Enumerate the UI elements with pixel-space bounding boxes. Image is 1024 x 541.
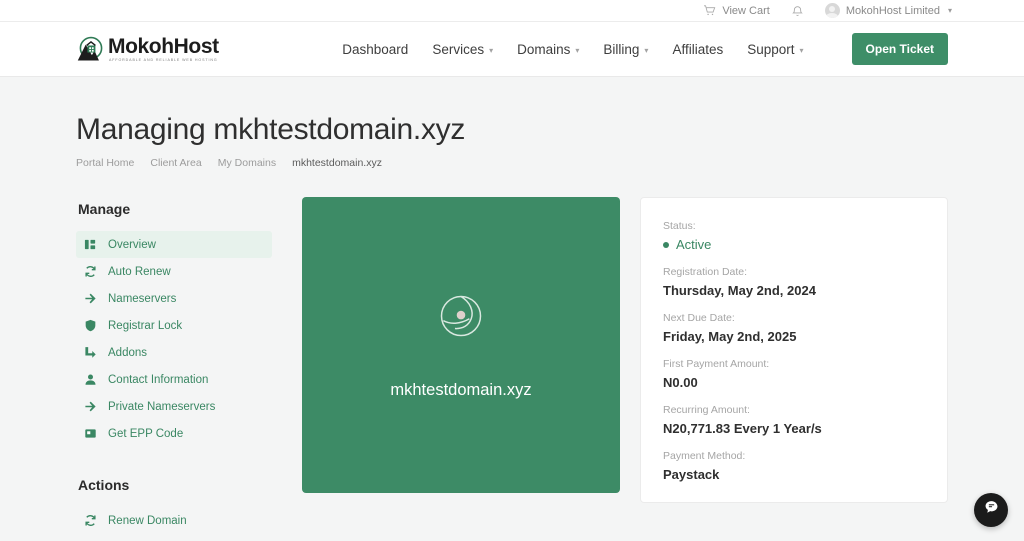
info-row-first-payment-amount: First Payment Amount: N0.00 bbox=[663, 358, 925, 390]
sidebar-item-label: Private Nameservers bbox=[108, 400, 216, 413]
sidebar-item-addons[interactable]: Addons bbox=[76, 339, 272, 366]
info-value: N0.00 bbox=[663, 375, 698, 390]
info-value: Thursday, May 2nd, 2024 bbox=[663, 283, 816, 298]
info-row-next-due-date: Next Due Date: Friday, May 2nd, 2025 bbox=[663, 312, 925, 344]
page-title: Managing mkhtestdomain.xyz bbox=[76, 113, 466, 146]
breadcrumb-client-area[interactable]: Client Area bbox=[150, 157, 201, 169]
card-square-icon bbox=[84, 427, 97, 440]
nav-item-dashboard[interactable]: Dashboard bbox=[342, 42, 408, 57]
info-value: Friday, May 2nd, 2025 bbox=[663, 329, 797, 344]
open-ticket-button[interactable]: Open Ticket bbox=[851, 33, 948, 65]
nav-item-domains[interactable]: Domains ▾ bbox=[517, 42, 579, 57]
domain-info-panel: Status: Active Registration Date: Thursd… bbox=[640, 197, 948, 503]
content-grid: Manage Overview Auto Renew Nameservers R… bbox=[76, 197, 948, 541]
bell-icon bbox=[792, 5, 803, 17]
top-utility-bar: View Cart MokohHost Limited ▾ bbox=[0, 0, 1024, 22]
chat-bubble-icon bbox=[983, 499, 1000, 521]
chevron-down-icon: ▾ bbox=[489, 45, 494, 55]
sync-refresh-icon bbox=[84, 265, 97, 278]
nav-item-services[interactable]: Services ▾ bbox=[432, 42, 493, 57]
nav-item-affiliates[interactable]: Affiliates bbox=[672, 42, 723, 57]
sidebar-item-nameservers[interactable]: Nameservers bbox=[76, 285, 272, 312]
sidebar-item-label: Contact Information bbox=[108, 373, 209, 386]
view-cart-link[interactable]: View Cart bbox=[703, 4, 770, 17]
globe-icon bbox=[435, 290, 487, 347]
shopping-cart-icon bbox=[703, 5, 716, 16]
brand-logo[interactable]: MokohHost AFFORDABLE AND RELIABLE WEB HO… bbox=[76, 34, 219, 64]
account-menu[interactable]: MokohHost Limited ▾ bbox=[824, 3, 952, 18]
sidebar-item-get-epp-code[interactable]: Get EPP Code bbox=[76, 420, 272, 447]
breadcrumb-my-domains[interactable]: My Domains bbox=[218, 157, 276, 169]
sidebar-item-auto-renew[interactable]: Auto Renew bbox=[76, 258, 272, 285]
status-dot-icon bbox=[663, 241, 669, 248]
sidebar: Manage Overview Auto Renew Nameservers R… bbox=[76, 197, 272, 541]
info-label: Payment Method: bbox=[663, 450, 746, 462]
nav-links: Dashboard Services ▾ Domains ▾ Billing ▾… bbox=[342, 33, 948, 65]
info-label: Registration Date: bbox=[663, 266, 748, 278]
view-cart-label: View Cart bbox=[722, 4, 770, 17]
grid-columns-icon bbox=[84, 238, 97, 251]
nav-item-support[interactable]: Support ▾ bbox=[747, 42, 803, 57]
nav-label: Billing bbox=[603, 41, 640, 57]
mokohhost-logo-icon bbox=[76, 34, 106, 64]
status-value: Active bbox=[676, 237, 712, 252]
arrow-right-icon bbox=[84, 400, 97, 413]
status-badge: Active bbox=[663, 237, 925, 252]
shield-icon bbox=[84, 319, 97, 332]
sidebar-actions-heading: Actions bbox=[78, 477, 130, 493]
nav-item-billing[interactable]: Billing ▾ bbox=[603, 42, 648, 57]
sidebar-item-label: Auto Renew bbox=[108, 265, 171, 278]
sidebar-item-label: Renew Domain bbox=[108, 514, 187, 527]
sidebar-item-registrar-lock[interactable]: Registrar Lock bbox=[76, 312, 272, 339]
sidebar-item-label: Nameservers bbox=[108, 292, 177, 305]
sidebar-item-label: Addons bbox=[108, 346, 148, 359]
sidebar-item-renew-domain[interactable]: Renew Domain bbox=[76, 507, 272, 534]
nav-label: Domains bbox=[517, 41, 571, 57]
sync-refresh-icon bbox=[84, 514, 97, 527]
notifications-button[interactable] bbox=[792, 5, 803, 17]
chat-widget-button[interactable] bbox=[974, 493, 1008, 527]
sidebar-manage-heading: Manage bbox=[78, 201, 131, 217]
info-value: N20,771.83 Every 1 Year/s bbox=[663, 421, 822, 436]
main-navbar: MokohHost AFFORDABLE AND RELIABLE WEB HO… bbox=[0, 22, 1024, 77]
page-container: Managing mkhtestdomain.xyz Portal Home C… bbox=[0, 113, 1024, 541]
info-label: Status: bbox=[663, 220, 696, 232]
info-row-payment-method: Payment Method: Paystack bbox=[663, 450, 925, 482]
brand-name: MokohHost bbox=[108, 34, 219, 58]
chevron-down-icon: ▾ bbox=[799, 45, 804, 55]
sidebar-item-label: Overview bbox=[108, 238, 156, 251]
sidebar-item-contact-information[interactable]: Contact Information bbox=[76, 366, 272, 393]
nav-label: Affiliates bbox=[672, 41, 724, 57]
brand-tagline: AFFORDABLE AND RELIABLE WEB HOSTING bbox=[109, 57, 218, 62]
sidebar-item-private-nameservers[interactable]: Private Nameservers bbox=[76, 393, 272, 420]
info-row-status: Status: Active bbox=[663, 220, 925, 252]
info-label: Next Due Date: bbox=[663, 312, 735, 324]
user-icon bbox=[84, 373, 97, 386]
breadcrumb: Portal Home Client Area My Domains mkhte… bbox=[76, 157, 948, 169]
account-name-label: MokohHost Limited bbox=[845, 4, 940, 17]
breadcrumb-portal-home[interactable]: Portal Home bbox=[76, 157, 134, 169]
chevron-down-icon: ▾ bbox=[947, 6, 952, 15]
chevron-down-icon: ▾ bbox=[575, 45, 580, 55]
breadcrumb-current: mkhtestdomain.xyz bbox=[292, 157, 382, 169]
sidebar-item-label: Registrar Lock bbox=[108, 319, 183, 332]
sidebar-item-register-new-domain[interactable]: Register a New Domain bbox=[76, 534, 272, 541]
arrow-right-icon bbox=[84, 292, 97, 305]
info-label: First Payment Amount: bbox=[663, 358, 770, 370]
domain-summary-card: mkhtestdomain.xyz bbox=[302, 197, 620, 493]
arrow-corner-icon bbox=[84, 346, 97, 359]
nav-label: Services bbox=[432, 41, 485, 57]
sidebar-item-overview[interactable]: Overview bbox=[76, 231, 272, 258]
sidebar-item-label: Get EPP Code bbox=[108, 427, 184, 440]
info-label: Recurring Amount: bbox=[663, 404, 750, 416]
chevron-down-icon: ▾ bbox=[644, 45, 649, 55]
avatar bbox=[824, 3, 840, 18]
nav-label: Support bbox=[747, 41, 795, 57]
info-row-recurring-amount: Recurring Amount: N20,771.83 Every 1 Yea… bbox=[663, 404, 925, 436]
info-value: Paystack bbox=[663, 467, 720, 482]
info-row-registration-date: Registration Date: Thursday, May 2nd, 20… bbox=[663, 266, 925, 298]
main-area: mkhtestdomain.xyz Status: Active Registr… bbox=[302, 197, 948, 503]
nav-label: Dashboard bbox=[342, 41, 409, 57]
domain-name-label: mkhtestdomain.xyz bbox=[390, 381, 532, 399]
